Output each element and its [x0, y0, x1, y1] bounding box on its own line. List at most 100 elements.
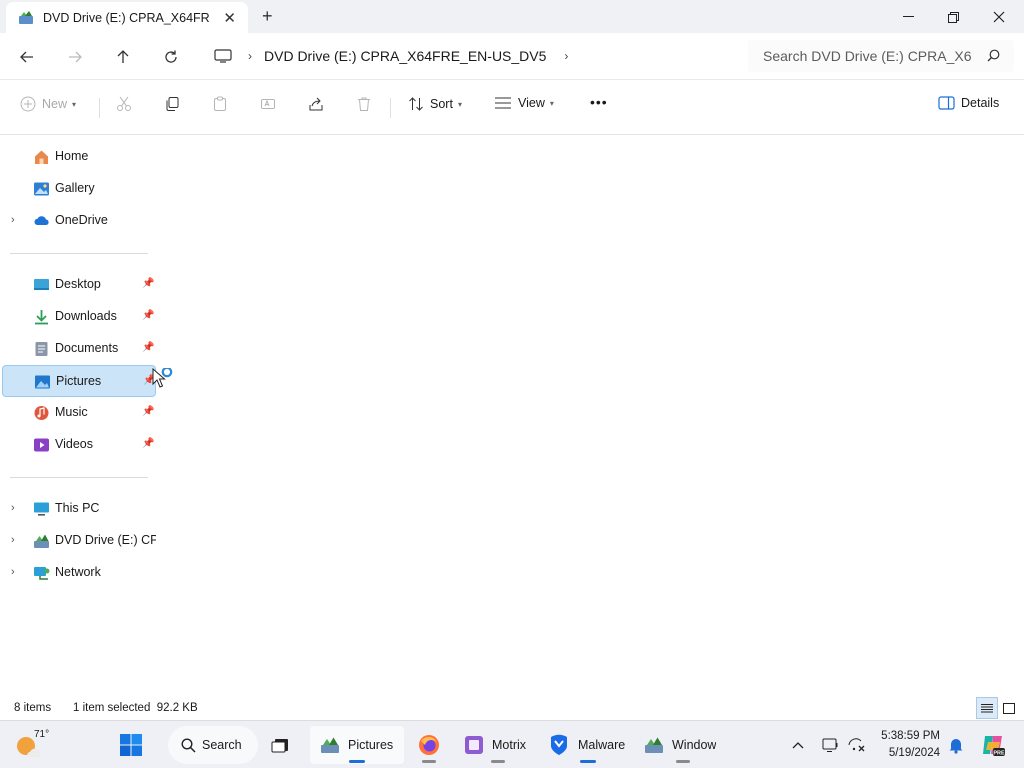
sidebar-item-desktop[interactable]: Desktop 📌: [2, 269, 156, 301]
taskbar-app-motrix[interactable]: Motrix: [458, 726, 538, 764]
copy-icon: [166, 97, 179, 111]
desktop-icon: [34, 279, 49, 290]
sidebar-item-videos[interactable]: Videos 📌: [2, 429, 156, 461]
rename-button[interactable]: [260, 96, 282, 112]
refresh-icon: [165, 50, 177, 63]
tray-display-icon-button[interactable]: [822, 726, 842, 764]
chevron-down-icon: ▾: [72, 99, 77, 109]
title-bar: DVD Drive (E:) CPRA_X64FRE_EN-US_DV5 ✕ +: [0, 0, 1024, 33]
delete-button[interactable]: [356, 96, 378, 112]
task-view-button[interactable]: [270, 726, 296, 764]
breadcrumb-separator-icon[interactable]: ›: [248, 49, 252, 63]
more-options-button[interactable]: •••: [590, 94, 608, 110]
sidebar-item-gallery[interactable]: Gallery: [2, 173, 156, 205]
arrow-up-icon: [117, 50, 129, 63]
weather-widget[interactable]: 71°: [14, 726, 49, 764]
selection-info: 1 item selected 92.2 KB: [73, 702, 198, 714]
sidebar-item-home[interactable]: Home: [2, 141, 156, 173]
pin-icon[interactable]: 📌: [142, 406, 154, 417]
downloads-icon: [35, 310, 48, 325]
minimize-button[interactable]: [885, 4, 931, 30]
restore-button[interactable]: [930, 4, 976, 30]
chevron-right-icon[interactable]: ›: [11, 566, 15, 578]
search-icon: [181, 737, 196, 753]
taskbar-app-pictures[interactable]: Pictures - File Explorer: [310, 726, 404, 764]
back-button[interactable]: [14, 44, 40, 70]
taskbar-app-malwarebytes[interactable]: Malware: [544, 726, 632, 764]
start-button[interactable]: [118, 726, 144, 764]
search-box[interactable]: Search DVD Drive (E:) CPRA_X64FRE_EN-US_…: [748, 40, 1014, 72]
share-button[interactable]: [308, 96, 330, 112]
address-row: › DVD Drive (E:) CPRA_X64FRE_EN-US_DV5 ›…: [0, 33, 1024, 80]
notifications-button[interactable]: [948, 726, 966, 764]
tray-network-button[interactable]: [848, 726, 868, 764]
taskbar-search[interactable]: Search: [168, 726, 258, 764]
show-hidden-icons-button[interactable]: [792, 726, 808, 764]
running-indicator: [422, 760, 436, 763]
pin-icon[interactable]: 📌: [142, 310, 154, 321]
this-pc-icon: [34, 502, 49, 516]
sort-button[interactable]: Sort ▾: [408, 96, 462, 112]
toolbar-divider: [390, 98, 391, 118]
search-icon: [987, 49, 1000, 62]
pin-icon[interactable]: 📌: [142, 342, 154, 353]
up-button[interactable]: [110, 44, 136, 70]
clock-date: 5/19/2024: [888, 747, 940, 759]
paste-button[interactable]: [212, 96, 234, 112]
command-bar: New ▾ Sort ▾ View ▾ ••• Details: [0, 80, 1024, 135]
address-bar[interactable]: › DVD Drive (E:) CPRA_X64FRE_EN-US_DV5 ›: [204, 40, 738, 72]
sidebar-item-downloads[interactable]: Downloads 📌: [2, 301, 156, 333]
view-button[interactable]: View ▾: [494, 96, 554, 110]
pin-icon[interactable]: 📌: [142, 438, 154, 449]
taskbar: 71° Search Pictures - File Explorer Motr…: [0, 720, 1024, 768]
sidebar-item-this-pc[interactable]: › This PC: [2, 493, 156, 525]
dvd-drive-icon: [19, 10, 33, 24]
new-button[interactable]: New ▾: [20, 96, 76, 112]
forward-button[interactable]: [62, 44, 88, 70]
music-icon: [34, 406, 49, 420]
close-tab-icon[interactable]: ✕: [223, 9, 236, 27]
chevron-right-icon[interactable]: ›: [11, 534, 15, 546]
sidebar-divider: [10, 253, 148, 254]
new-label: New: [42, 97, 68, 111]
new-tab-button[interactable]: +: [262, 6, 273, 27]
sidebar-item-music[interactable]: Music 📌: [2, 397, 156, 429]
running-indicator: [349, 760, 365, 763]
chevron-down-icon: ▾: [549, 98, 554, 108]
system-clock[interactable]: 5:38:59 PM 5/19/2024: [868, 728, 940, 762]
chevron-right-icon[interactable]: ›: [11, 502, 15, 514]
task-view-icon: [271, 739, 288, 753]
sidebar-item-network[interactable]: › Network: [2, 557, 156, 589]
home-icon: [35, 150, 48, 164]
videos-icon: [34, 438, 49, 452]
cut-button[interactable]: [116, 96, 138, 112]
sidebar-item-documents[interactable]: Documents 📌: [2, 333, 156, 365]
clock-time: 5:38:59 PM: [881, 730, 940, 742]
close-window-button[interactable]: [976, 4, 1022, 30]
taskbar-app-windows[interactable]: Windows: [642, 726, 724, 764]
taskbar-app-firefox[interactable]: [414, 726, 444, 764]
chevron-right-icon[interactable]: ›: [11, 214, 15, 226]
svg-text:PRE: PRE: [993, 750, 1005, 756]
cut-icon: [117, 96, 131, 111]
tab-dvd-drive[interactable]: DVD Drive (E:) CPRA_X64FRE_EN-US_DV5 ✕: [6, 2, 248, 33]
dvd-drive-icon: [34, 534, 49, 548]
details-view-button[interactable]: [976, 697, 998, 719]
running-indicator: [676, 760, 690, 763]
refresh-button[interactable]: [158, 44, 184, 70]
copy-button[interactable]: [164, 96, 186, 112]
tiles-view-button[interactable]: [998, 697, 1020, 719]
display-icon: [822, 738, 838, 752]
details-pane-button[interactable]: Details: [938, 96, 999, 110]
running-indicator: [580, 760, 596, 763]
busy-cursor-icon: [152, 368, 173, 388]
malwarebytes-icon: [551, 734, 567, 755]
rename-icon: [261, 99, 275, 109]
copilot-button[interactable]: PRE: [980, 726, 1006, 764]
pin-icon[interactable]: 📌: [142, 278, 154, 289]
sidebar-item-pictures[interactable]: Pictures 📌: [2, 365, 156, 397]
breadcrumb-chevron-icon[interactable]: ›: [564, 49, 568, 63]
sidebar-item-dvd-drive[interactable]: › DVD Drive (E:) CPRA_X64FRE_EN-US_DV5: [2, 525, 156, 557]
sidebar-item-onedrive[interactable]: › OneDrive: [2, 205, 156, 237]
breadcrumb-current[interactable]: DVD Drive (E:) CPRA_X64FRE_EN-US_DV5: [264, 48, 546, 64]
